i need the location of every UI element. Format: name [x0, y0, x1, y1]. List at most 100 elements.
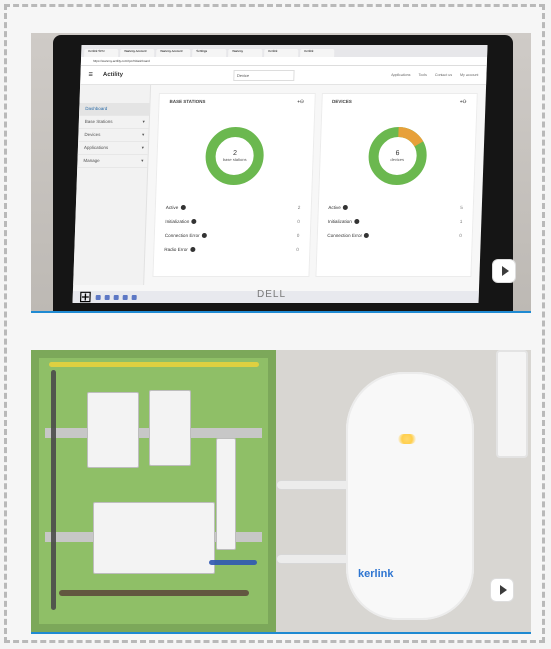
wire-yellow: [49, 362, 259, 367]
media-hardware-photo: kerlink: [31, 350, 531, 634]
info-icon[interactable]: [191, 219, 197, 225]
chevron-down-icon: ▾: [142, 119, 145, 124]
browser-tab[interactable]: Settings: [192, 49, 227, 57]
router-brand: kerlink: [358, 568, 394, 580]
card-title: DEVICES: [331, 99, 352, 104]
info-icon[interactable]: [363, 233, 370, 239]
device-select[interactable]: Device: [232, 69, 295, 81]
stat-label: Radio Error: [164, 247, 188, 252]
header-link[interactable]: Contact us: [435, 73, 452, 77]
app-header: ☰ Actility Device Applications Tools Con…: [80, 66, 487, 85]
browser-tab[interactable]: Wanesy: [228, 49, 263, 57]
info-icon[interactable]: [342, 205, 348, 211]
laptop-screen: Kerlink SPN Wanesy Account Wanesy Accoun…: [72, 45, 488, 303]
card-header: BASE STATIONS +⚇: [169, 99, 304, 105]
menu-icon[interactable]: ☰: [88, 72, 93, 78]
browser-tab[interactable]: Wanesy Account: [120, 49, 155, 57]
wire-blue: [209, 560, 257, 565]
donut-total: 6: [395, 150, 400, 157]
play-badge[interactable]: [493, 260, 515, 282]
stat-value: 1: [459, 219, 463, 224]
taskbar-app-icon[interactable]: [105, 294, 111, 300]
laptop-brand: DELL: [257, 289, 287, 300]
card-title: BASE STATIONS: [169, 99, 206, 104]
devices-card: DEVICES +⚇ 6 devices Active 5 Initializa…: [314, 93, 478, 277]
breaker-row: [93, 502, 215, 574]
play-icon: [501, 266, 509, 276]
browser-tab[interactable]: Kerlink: [300, 49, 335, 57]
stat-value: 2: [297, 205, 301, 210]
module: [216, 438, 236, 550]
base-stations-card: BASE STATIONS +⚇ 2 base stations Active 2: [152, 93, 316, 277]
stat-label: Connection Error: [164, 233, 200, 238]
stat-row-initialization: Initialization 1: [328, 215, 463, 229]
stat-row-initialization: Initialization 0: [165, 215, 300, 229]
stat-row-active: Active 5: [328, 201, 463, 215]
sidebar-item-label: Dashboard: [85, 106, 108, 111]
address-bar[interactable]: https://wanesy.actility.com/tpe/#/dashbo…: [80, 57, 488, 66]
base-stations-donut: 2 base stations: [201, 123, 269, 189]
browser-tab[interactable]: Wanesy Account: [156, 49, 191, 57]
brand-logo-text: Actility: [102, 72, 124, 78]
sidebar-item-applications[interactable]: Applications ▾: [77, 142, 149, 155]
stat-value: 0: [297, 219, 300, 224]
wire-brown: [59, 590, 249, 596]
stat-label: Connection Error: [327, 233, 363, 238]
status-led-icon: [398, 434, 416, 444]
sidebar-item-devices[interactable]: Devices ▾: [78, 129, 149, 142]
add-icon[interactable]: +⚇: [297, 99, 304, 105]
taskbar-app-icon[interactable]: [96, 294, 102, 300]
sidebar: Dashboard Base Stations ▾ Devices ▾ Applic…: [73, 85, 152, 285]
donut-total: 2: [232, 150, 238, 157]
donut-caption: devices: [390, 157, 405, 162]
taskbar-app-icon[interactable]: [123, 294, 129, 300]
info-icon[interactable]: [201, 233, 207, 239]
dashboard-main: BASE STATIONS +⚇ 2 base stations Active 2: [144, 85, 486, 285]
donut-text: 2 base stations: [201, 123, 269, 189]
header-link[interactable]: My account: [460, 73, 479, 77]
sidebar-item-label: Devices: [84, 132, 101, 137]
stat-label: Initialization: [165, 219, 190, 224]
info-icon[interactable]: [180, 205, 186, 211]
add-icon[interactable]: +⚇: [460, 99, 467, 105]
stat-label: Active: [165, 205, 179, 210]
sidebar-item-label: Base Stations: [84, 119, 113, 124]
info-icon[interactable]: [353, 219, 359, 225]
sidebar-item-manage[interactable]: Manage ▾: [77, 155, 148, 168]
windows-icon[interactable]: ⊞: [78, 287, 92, 303]
browser-tab[interactable]: Kerlink SPN: [84, 49, 119, 57]
taskbar-app-icon[interactable]: [114, 294, 120, 300]
stat-value: 0: [296, 233, 300, 238]
breaker: [87, 392, 139, 468]
donut-caption: base stations: [222, 157, 247, 162]
devices-donut: 6 devices: [363, 123, 431, 189]
card-header: DEVICES +⚇: [332, 99, 467, 105]
stat-value: 5: [460, 205, 463, 210]
taskbar-app-icon[interactable]: [132, 294, 138, 300]
donut-text: 6 devices: [363, 123, 431, 189]
sidebar-item-base-stations[interactable]: Base Stations ▾: [78, 116, 150, 129]
router-device: kerlink: [346, 372, 474, 620]
sidebar-item-label: Manage: [83, 158, 100, 163]
play-icon: [499, 585, 507, 595]
chevron-down-icon: ▾: [141, 158, 144, 163]
header-right-links: Applications Tools Contact us My account: [391, 73, 478, 77]
stat-label: Initialization: [327, 219, 352, 224]
breaker: [149, 390, 191, 466]
browser-tab[interactable]: Kerlink: [264, 49, 299, 57]
stat-row-active: Active 2: [166, 201, 301, 215]
stat-row-connection-error: Connection Error 0: [165, 229, 300, 243]
sidebar-item-dashboard[interactable]: Dashboard: [79, 103, 150, 116]
header-link[interactable]: Tools: [418, 73, 427, 77]
browser-tabs: Kerlink SPN Wanesy Account Wanesy Accoun…: [81, 45, 488, 57]
sidebar-item-label: Applications: [83, 145, 109, 150]
wire-black: [51, 370, 56, 610]
antenna: [496, 350, 528, 458]
stat-row-connection-error: Connection Error 0: [327, 229, 462, 243]
play-badge[interactable]: [491, 579, 513, 601]
header-link[interactable]: Applications: [391, 73, 411, 77]
stat-row-radio-error: Radio Error 0: [164, 243, 299, 257]
app-body: Dashboard Base Stations ▾ Devices ▾ Applic…: [73, 85, 486, 285]
chevron-down-icon: ▾: [142, 132, 145, 137]
info-icon[interactable]: [189, 247, 195, 253]
